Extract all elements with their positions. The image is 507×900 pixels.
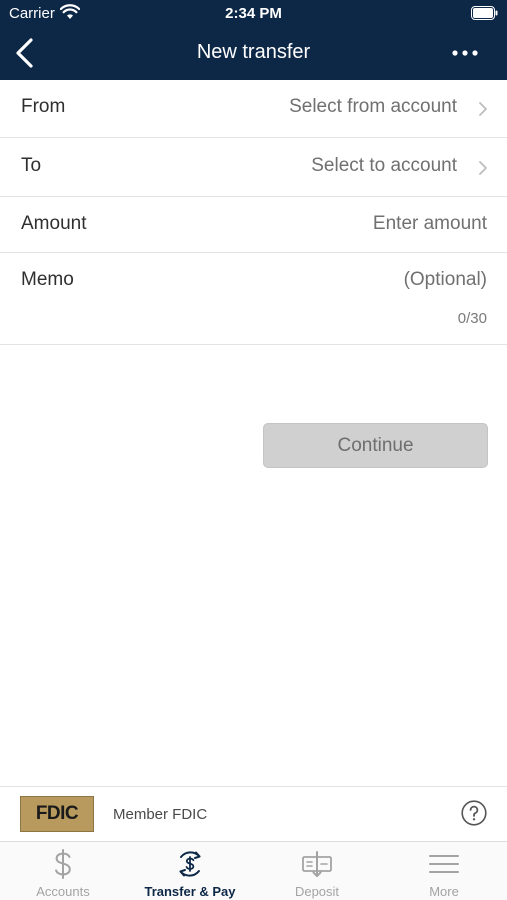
memo-input[interactable]: (Optional)	[404, 269, 487, 291]
from-account-row[interactable]: From Select from account	[0, 80, 507, 138]
check-deposit-icon	[302, 851, 332, 877]
help-icon[interactable]	[461, 800, 487, 826]
from-account-select[interactable]: Select from account	[289, 96, 457, 118]
memo-character-counter: 0/30	[457, 310, 487, 327]
amount-input[interactable]: Enter amount	[373, 213, 487, 235]
transfer-form: From Select from account To Select to ac…	[0, 80, 507, 345]
continue-button[interactable]: Continue	[263, 423, 488, 468]
status-time: 2:34 PM	[225, 5, 282, 22]
amount-label: Amount	[21, 213, 87, 234]
fdic-logo-text: FDIC	[35, 803, 79, 824]
to-label: To	[21, 155, 42, 176]
tab-label: More	[429, 884, 459, 899]
transfer-icon	[179, 851, 201, 877]
chevron-right-icon	[479, 102, 487, 116]
from-label: From	[21, 96, 66, 117]
app-header: Carrier 2:34 PM New transfer	[0, 0, 507, 80]
tab-bar: Accounts Transfer & Pay Deposit More	[0, 841, 507, 900]
tab-more[interactable]: More	[381, 842, 507, 900]
page-title: New transfer	[196, 41, 311, 63]
to-account-select[interactable]: Select to account	[311, 155, 457, 177]
menu-icon	[429, 855, 459, 873]
tab-label: Accounts	[36, 884, 90, 899]
fdic-logo: FDIC	[20, 796, 94, 832]
memo-row[interactable]: Memo (Optional) 0/30	[0, 253, 507, 345]
fdic-banner: FDIC Member FDIC	[0, 786, 507, 841]
more-options-button[interactable]	[445, 42, 485, 66]
member-fdic-text: Member FDIC	[113, 806, 208, 823]
navigation-bar: New transfer	[0, 28, 507, 80]
chevron-right-icon	[479, 161, 487, 175]
battery-icon	[471, 6, 498, 20]
status-bar: Carrier 2:34 PM	[0, 0, 507, 28]
dollar-icon	[55, 849, 71, 879]
tab-label: Transfer & Pay	[144, 884, 236, 899]
amount-row[interactable]: Amount Enter amount	[0, 197, 507, 253]
tab-label: Deposit	[294, 884, 340, 899]
to-account-row[interactable]: To Select to account	[0, 138, 507, 197]
tab-transfer-pay[interactable]: Transfer & Pay	[127, 842, 253, 900]
memo-label: Memo	[21, 269, 74, 290]
tab-deposit[interactable]: Deposit	[254, 842, 380, 900]
tab-accounts[interactable]: Accounts	[0, 842, 126, 900]
